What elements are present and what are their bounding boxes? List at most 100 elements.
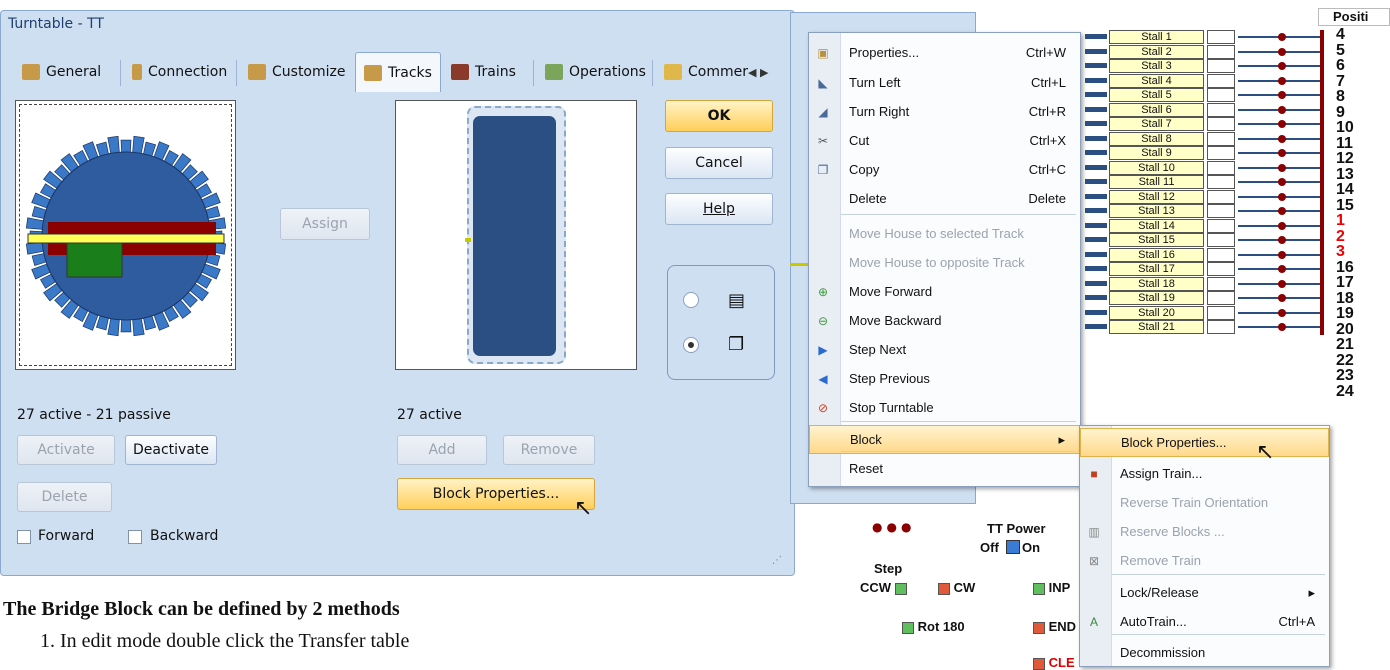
delete-button[interactable]: Delete (17, 482, 112, 512)
tab-connection[interactable]: Connection (124, 52, 235, 92)
menu-item-reset[interactable]: Reset (809, 454, 1080, 483)
submenu-item-decommission[interactable]: Decommission (1080, 638, 1329, 667)
menu-separator (841, 421, 1076, 422)
submenu-item-block-properties[interactable]: Block Properties... (1080, 428, 1329, 457)
turntable-bridge-rail (27, 233, 225, 244)
submenu-item-lock-release[interactable]: Lock/Release ▸ (1080, 578, 1329, 607)
menu-item-move-forward[interactable]: ⊕ Move Forward (809, 277, 1080, 306)
buffer-stop (1320, 262, 1324, 277)
tab-operations[interactable]: Operations (537, 52, 654, 92)
stall-signal (1207, 320, 1235, 334)
menu-item-copy[interactable]: ❐ Copy Ctrl+C (809, 155, 1080, 184)
menu-item-block[interactable]: Block ▸ (809, 425, 1080, 454)
ok-button[interactable]: OK (665, 100, 773, 132)
list-view-icon: ▤ (728, 290, 746, 311)
stall-label: Stall 4 (1109, 73, 1204, 88)
deactivate-button[interactable]: Deactivate (125, 435, 217, 465)
turn-left-icon: ◣ (818, 75, 828, 90)
reserve-icon: ▥ (1088, 524, 1100, 539)
list-view-radio[interactable] (683, 292, 699, 308)
menu-item-delete[interactable]: Delete Delete (809, 184, 1080, 213)
menu-item-turn-right[interactable]: ◢ Turn Right Ctrl+R (809, 97, 1080, 126)
submenu-arrow-icon: ▸ (1058, 431, 1065, 447)
menu-item-properties[interactable]: ▣ Properties... Ctrl+W (809, 38, 1080, 67)
scissors-icon: ✂ (817, 133, 829, 148)
track-segment (1085, 150, 1107, 155)
track-segment (1085, 121, 1107, 126)
tab-customize[interactable]: Customize (240, 52, 354, 92)
inp-control[interactable]: INP (1033, 580, 1070, 595)
submenu-item-reserve-blocks[interactable]: ▥ Reserve Blocks ... (1080, 517, 1329, 546)
remove-train-icon: ⊠ (1088, 553, 1100, 568)
menu-item-stop-turntable[interactable]: ⊘ Stop Turntable (809, 393, 1080, 422)
position-number: 18 (1336, 289, 1354, 307)
doc-line: 1. In edit mode double click the Transfe… (40, 630, 410, 652)
backward-checkbox[interactable] (128, 530, 142, 544)
tab-divider (120, 60, 121, 86)
submenu-item-reverse-train-orientation[interactable]: Reverse Train Orientation (1080, 488, 1329, 517)
rot180-control[interactable]: Rot 180 (902, 619, 965, 634)
block-properties-button[interactable]: Block Properties... (397, 478, 595, 510)
cw-control[interactable]: CW (938, 580, 975, 595)
cancel-button[interactable]: Cancel (665, 147, 773, 179)
submenu-arrow-icon: ▸ (1308, 584, 1315, 600)
tab-trains[interactable]: Trains (443, 52, 524, 92)
track-connector (465, 238, 471, 242)
submenu-item-autotrain[interactable]: A AutoTrain... Ctrl+A (1080, 607, 1329, 636)
menu-item-step-next[interactable]: ▶ Step Next (809, 335, 1080, 364)
stall-signal (1207, 160, 1235, 175)
turntable-bridge-top (48, 222, 216, 234)
stall-label: Stall 13 (1109, 204, 1204, 218)
menu-item-cut[interactable]: ✂ Cut Ctrl+X (809, 126, 1080, 155)
step-next-icon: ▶ (818, 342, 828, 357)
power-toggle[interactable] (1006, 540, 1020, 554)
stall-label: Stall 15 (1109, 233, 1204, 247)
remove-button[interactable]: Remove (503, 435, 595, 465)
track-segment (1085, 324, 1107, 329)
end-control[interactable]: END (1033, 619, 1076, 634)
track-segment (1085, 251, 1107, 257)
help-button[interactable]: Help (665, 193, 773, 225)
stall-label: Stall 11 (1109, 175, 1204, 189)
stall-signal (1207, 117, 1235, 131)
activate-button[interactable]: Activate (17, 435, 115, 465)
menu-item-step-previous[interactable]: ◀ Step Previous (809, 364, 1080, 393)
dialog-title: Turntable - TT (8, 16, 104, 32)
graphic-view-radio[interactable] (683, 337, 699, 353)
track-segment (1085, 164, 1107, 170)
inp-led (1033, 582, 1045, 595)
track-segment (1085, 222, 1107, 228)
tab-comment[interactable]: Commer (656, 52, 756, 92)
submenu-item-remove-train[interactable]: ⊠ Remove Train (1080, 546, 1329, 575)
cle-control[interactable]: CLE (1033, 655, 1075, 670)
buffer-stop (1320, 117, 1324, 132)
view-mode-group (667, 265, 775, 380)
bridge-track-block[interactable] (473, 116, 556, 356)
position-number: 23 (1336, 367, 1354, 384)
buffer-stop (1320, 247, 1324, 263)
track-segment (1085, 135, 1107, 141)
track-segment (1085, 266, 1107, 271)
assign-button[interactable]: Assign (280, 208, 370, 240)
menu-item-turn-left[interactable]: ◣ Turn Left Ctrl+L (809, 68, 1080, 97)
resize-grip-icon[interactable]: ⋰ (772, 555, 782, 566)
add-button[interactable]: Add (397, 435, 487, 465)
stall-dot (1278, 62, 1286, 70)
menu-item-move-house-to-opposite-track[interactable]: Move House to opposite Track (809, 248, 1080, 277)
tab-general[interactable]: General (14, 52, 109, 92)
submenu-item-assign-train[interactable]: ■ Assign Train... (1080, 459, 1329, 488)
menu-item-move-house-to-selected-track[interactable]: Move House to selected Track (809, 219, 1080, 248)
menu-item-move-backward[interactable]: ⊖ Move Backward (809, 306, 1080, 335)
stall-dot (1278, 192, 1286, 201)
stall-dot (1278, 279, 1286, 288)
graphic-view-icon: ❐ (728, 334, 745, 355)
stall-signal (1207, 175, 1235, 189)
stall-label: Stall 17 (1109, 262, 1204, 276)
tab-tracks[interactable]: Tracks (355, 52, 441, 92)
tab-scroll-arrows[interactable]: ◀ ▶ (748, 66, 768, 79)
forward-checkbox[interactable] (17, 530, 31, 544)
ccw-control[interactable]: CCW (860, 580, 907, 595)
turn-right-icon: ◢ (818, 104, 828, 119)
track-segment (1085, 280, 1107, 286)
power-on-label: On (1022, 540, 1041, 555)
